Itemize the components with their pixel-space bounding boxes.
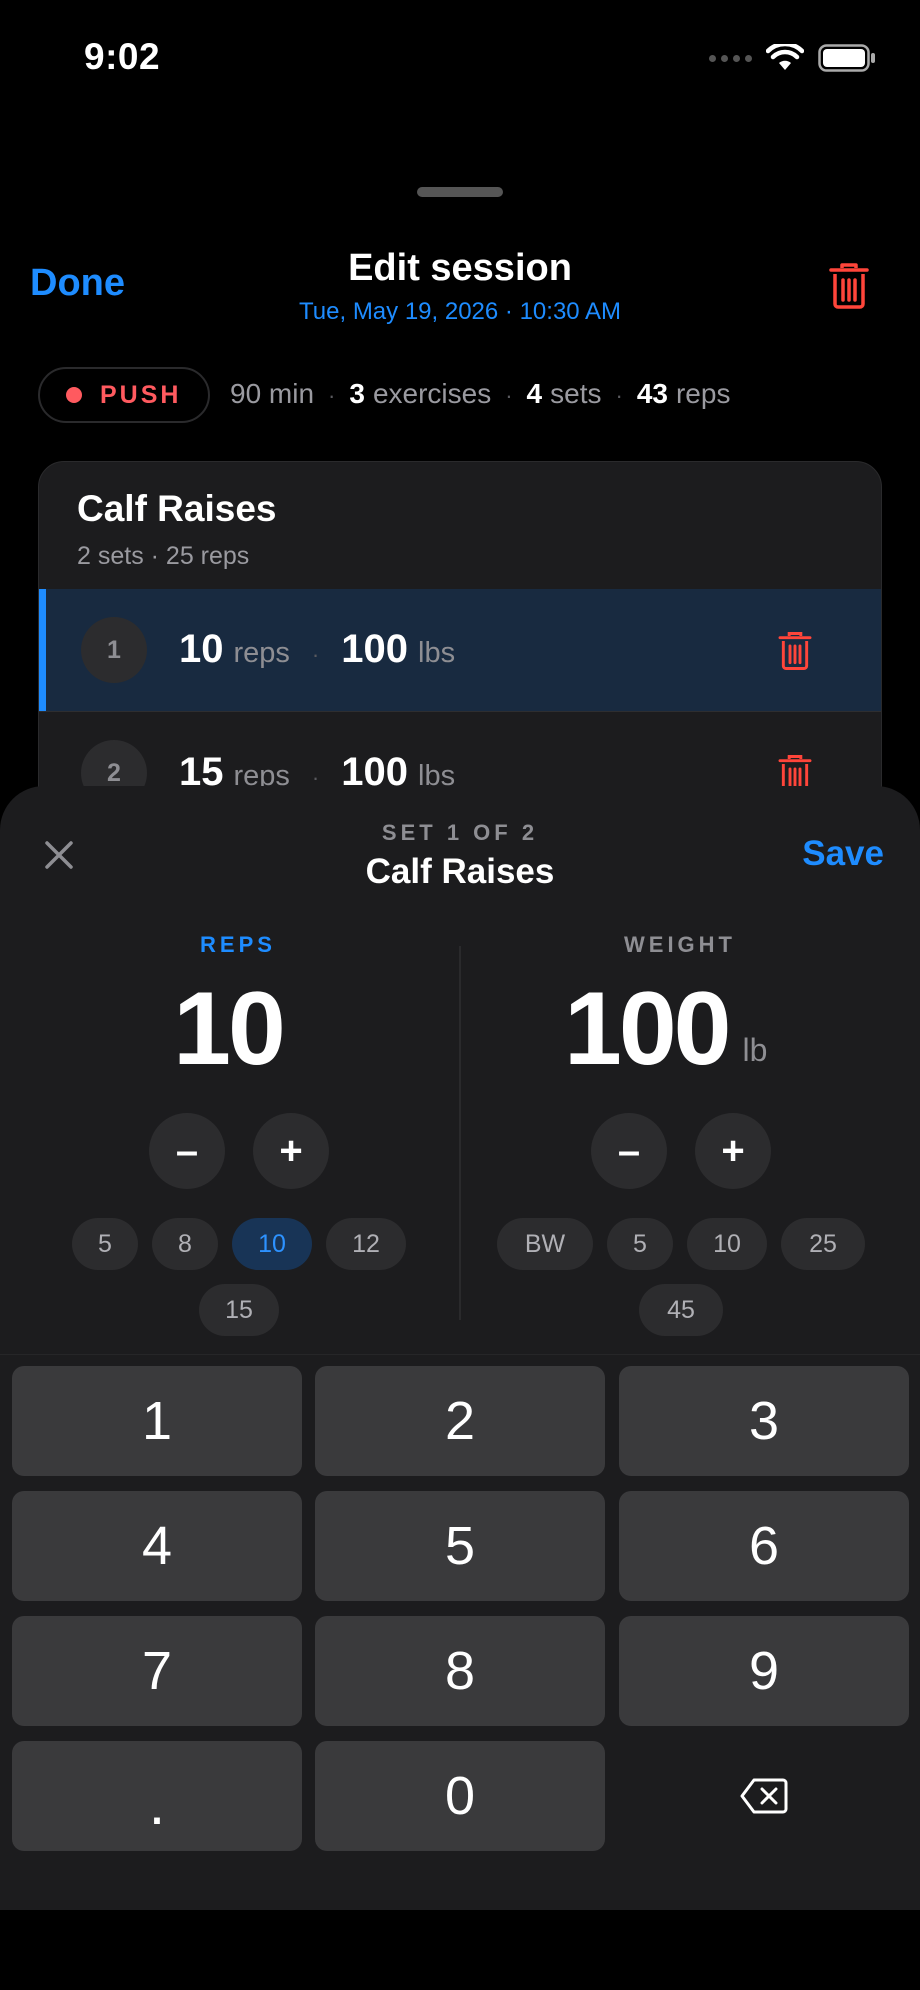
reps-preset-chip[interactable]: 12 <box>326 1218 406 1270</box>
session-summary: 90 min · 3 exercises · 4 sets · 43 reps <box>230 378 730 410</box>
wifi-icon <box>766 44 804 70</box>
trash-icon[interactable] <box>828 262 870 310</box>
battery-icon <box>818 44 875 72</box>
weight-preset-chip[interactable]: 5 <box>607 1218 673 1270</box>
reps-preset-chip[interactable]: 15 <box>199 1284 279 1336</box>
set-reps-unit: reps <box>233 637 290 669</box>
status-icons <box>709 44 876 72</box>
key-9[interactable]: 9 <box>619 1616 909 1726</box>
page-title: Edit session <box>348 247 572 289</box>
reps-preset-chip-selected[interactable]: 10 <box>232 1218 312 1270</box>
weight-preset-chip[interactable]: BW <box>497 1218 593 1270</box>
sets-label: sets <box>550 378 602 409</box>
weight-preset-chip[interactable]: 25 <box>781 1218 865 1270</box>
separator: · <box>311 642 320 667</box>
key-0[interactable]: 0 <box>315 1741 605 1851</box>
key-2[interactable]: 2 <box>315 1366 605 1476</box>
bottom-safe-area <box>0 1910 920 1990</box>
set-row-1[interactable]: 1 10 reps · 100 lbs <box>39 589 881 711</box>
key-backspace[interactable] <box>619 1741 909 1851</box>
set-weight: 100 <box>341 627 408 671</box>
set-weight-unit: lbs <box>418 637 456 669</box>
status-dot-icon <box>66 387 82 403</box>
weight-preset-chip[interactable]: 10 <box>687 1218 767 1270</box>
key-8[interactable]: 8 <box>315 1616 605 1726</box>
set-reps: 10 <box>179 627 224 671</box>
status-bar: 9:02 <box>0 0 920 110</box>
status-time: 9:02 <box>84 36 161 77</box>
key-3[interactable]: 3 <box>619 1366 909 1476</box>
reps-label[interactable]: REPS <box>0 932 476 958</box>
key-1[interactable]: 1 <box>12 1366 302 1476</box>
trash-icon[interactable] <box>777 631 813 671</box>
set-editor-sheet: SET 1 OF 2 Calf Raises Save REPS 10 – + … <box>0 786 920 1910</box>
workout-type-badge[interactable]: PUSH <box>38 367 210 423</box>
session-datetime[interactable]: Tue, May 19, 2026 · 10:30 AM <box>0 298 920 326</box>
separator: · <box>505 383 513 408</box>
reps-preset-chip[interactable]: 5 <box>72 1218 138 1270</box>
weight-decrement-button[interactable]: – <box>591 1113 667 1189</box>
exercise-subtitle: 2 sets · 25 reps <box>77 542 250 570</box>
reps-label: reps <box>675 378 731 409</box>
separator: · <box>615 383 623 408</box>
backspace-icon <box>740 1778 788 1814</box>
reps-decrement-button[interactable]: – <box>149 1113 225 1189</box>
weight-increment-button[interactable]: + <box>695 1113 771 1189</box>
exercises-label: exercises <box>372 378 492 409</box>
editor-title: Calf Raises <box>365 852 555 891</box>
reps-increment-button[interactable]: + <box>253 1113 329 1189</box>
weight-value: 100 <box>564 971 732 1087</box>
key-7[interactable]: 7 <box>12 1616 302 1726</box>
exercise-title[interactable]: Calf Raises <box>77 488 277 530</box>
reps-value[interactable]: 10 <box>0 970 456 1089</box>
reps-preset-chip[interactable]: 8 <box>152 1218 218 1270</box>
weight-preset-chip[interactable]: 45 <box>639 1284 723 1336</box>
sets-count: 4 <box>526 378 543 409</box>
weight-display[interactable]: 100 lb <box>564 970 767 1089</box>
set-details: 10 reps · 100 lbs <box>179 627 455 672</box>
divider <box>0 1354 920 1355</box>
signal-dots-icon <box>709 54 752 62</box>
key-4[interactable]: 4 <box>12 1491 302 1601</box>
weight-unit: lb <box>742 1032 768 1068</box>
reps-count: 43 <box>636 378 668 409</box>
key-decimal[interactable]: . <box>12 1741 302 1851</box>
workout-type-label: PUSH <box>100 380 182 409</box>
key-6[interactable]: 6 <box>619 1491 909 1601</box>
sheet-grabber[interactable] <box>417 187 503 197</box>
separator: · <box>328 383 336 408</box>
set-number: 1 <box>81 617 147 683</box>
save-button[interactable]: Save <box>802 834 884 874</box>
column-divider <box>459 946 461 1320</box>
duration: 90 min <box>230 378 315 409</box>
weight-label[interactable]: WEIGHT <box>460 932 900 958</box>
exercises-count: 3 <box>349 378 365 409</box>
set-indicator: SET 1 OF 2 <box>381 820 539 845</box>
key-5[interactable]: 5 <box>315 1491 605 1601</box>
exercise-card: Calf Raises 2 sets · 25 reps 1 10 reps ·… <box>38 461 882 801</box>
